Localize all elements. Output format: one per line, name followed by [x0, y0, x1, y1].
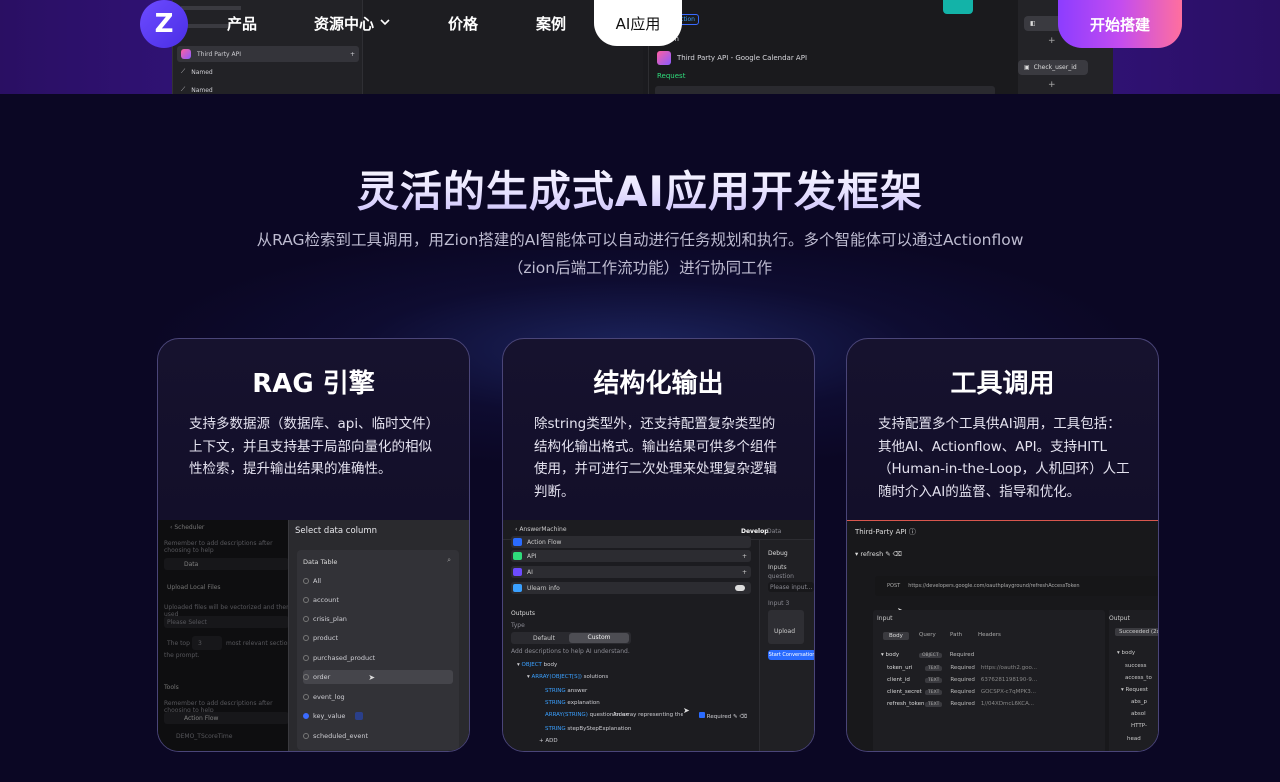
search-icon: ⌕ — [447, 556, 451, 564]
cursor-icon: ➤ — [368, 672, 376, 682]
link-icon: ⟋ — [181, 86, 186, 93]
node-icon: ▣ — [1024, 64, 1030, 71]
section-subline-continued: （zion后端工作流功能）进行协同工作 — [507, 259, 773, 277]
card-description: 支持配置多个工具供AI调用，工具包括：其他AI、Actionflow、API。支… — [878, 416, 1130, 500]
nav-item-pricing[interactable]: 价格 — [448, 0, 478, 46]
feature-card-tool-calling: 工具调用 支持配置多个工具供AI调用，工具包括：其他AI、Actionflow、… — [846, 338, 1159, 752]
card-title: 工具调用 — [950, 369, 1055, 399]
section-heading: 灵活的生成式AI应用开发框架 — [0, 158, 1280, 219]
card-description: 除string类型外，还支持配置复杂类型的结构化输出格式。输出结果可供多个组件使… — [534, 416, 777, 500]
cursor-icon: ➤ — [683, 706, 690, 715]
nav-item-cases[interactable]: 案例 — [536, 0, 566, 46]
ai-icon — [513, 568, 522, 576]
toggle — [735, 585, 745, 591]
card-title: RAG 引擎 — [252, 369, 375, 399]
chevron-down-icon — [380, 18, 390, 29]
api-icon — [181, 49, 191, 59]
feature-card-rag: RAG 引擎 支持多数据源（数据库、api、临时文件）上下文，并且支持基于局部向… — [157, 338, 470, 752]
start-conversation-button: Start Conversation — [768, 650, 815, 660]
preview-sidebar-item: Third Party API + — [177, 46, 359, 62]
card-description: 支持多数据源（数据库、api、临时文件）上下文，并且支持基于局部向量化的相似性检… — [189, 416, 440, 477]
card-preview-screenshot: ‹ AnswerMachine Develop Data Action Flow… — [503, 520, 815, 751]
section-subline: 从RAG检索到工具调用，用Zion搭建的AI智能体可以自动进行任务规划和执行。多… — [256, 231, 1024, 249]
card-preview-screenshot: Third-Party API ⓘ ▾ refresh ✎ ⌫ POST htt… — [847, 520, 1158, 751]
api-icon — [513, 552, 522, 560]
link-icon: ⟋ — [181, 68, 186, 75]
nav-item-ai-apps[interactable]: AI应用 — [594, 0, 682, 46]
preview-node: ▣ Check_user_id — [1018, 60, 1088, 75]
debug-panel: Debug Inputs question Please input... In… — [759, 540, 814, 751]
zion-logo[interactable]: Z — [140, 0, 188, 48]
preview-run-button — [943, 0, 973, 14]
card-title: 结构化输出 — [593, 369, 724, 399]
nav-item-product[interactable]: 产品 — [227, 0, 257, 46]
select-column-panel: Select data column Data Table ⌕ All acco… — [288, 520, 469, 751]
card-preview-screenshot: ‹ Scheduler Remember to add descriptions… — [158, 520, 469, 751]
feature-card-structured-output: 结构化输出 除string类型外，还支持配置复杂类型的结构化输出格式。输出结果可… — [502, 338, 815, 752]
api-icon — [657, 51, 671, 65]
request-url-field: POST https://developers.google.com/oauth… — [875, 576, 1158, 596]
nav-item-resources[interactable]: 资源中心 — [314, 0, 390, 46]
preview-main-panel: Connection Action Third Party API - Goog… — [648, 0, 1018, 94]
start-building-button[interactable]: 开始搭建 — [1058, 0, 1182, 48]
help-icon: ⓘ — [908, 528, 916, 536]
